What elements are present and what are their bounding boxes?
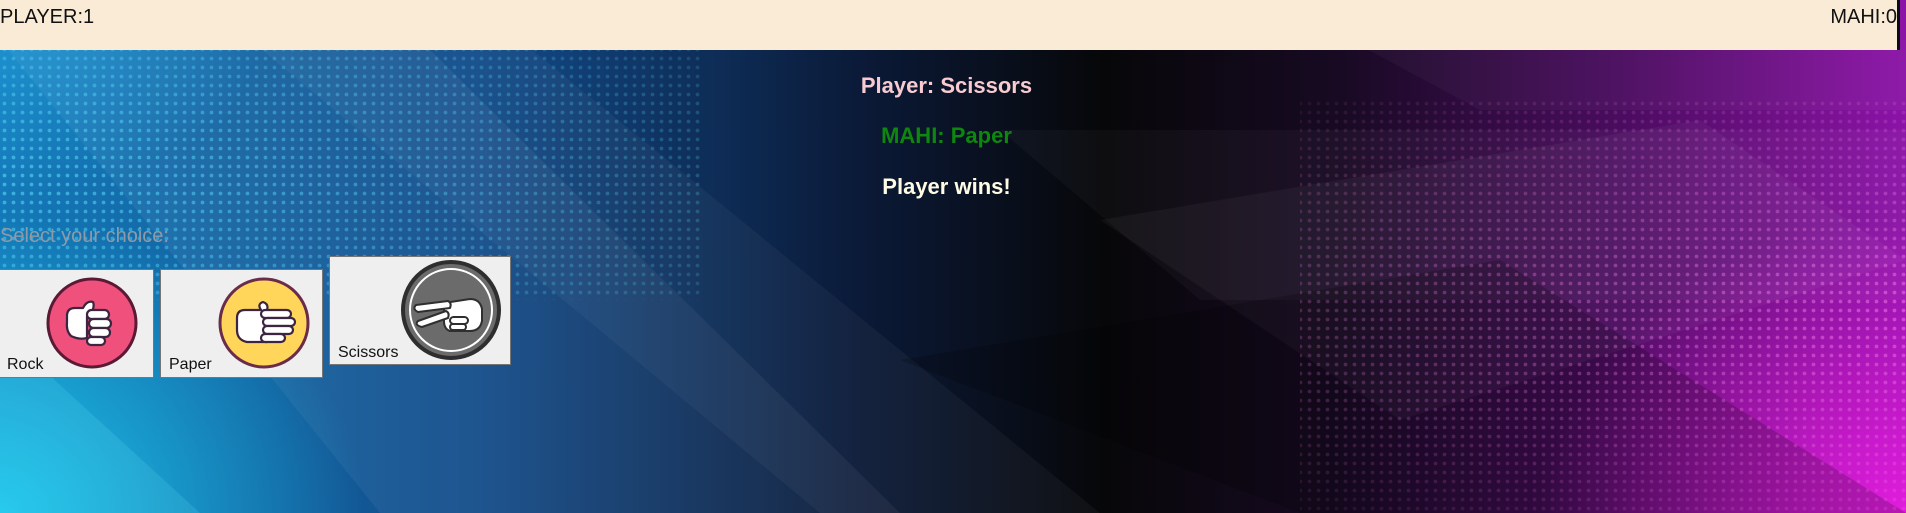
outcome-text: Player wins! <box>882 174 1011 199</box>
ai-choice-text: MAHI: Paper <box>881 123 1012 148</box>
player-choice-text: Player: Scissors <box>860 73 1033 98</box>
peace-sign-icon <box>401 260 501 360</box>
open-hand-icon <box>218 277 310 369</box>
scissors-button[interactable]: Scissors <box>329 256 511 365</box>
score-bar: PLAYER:1 MAHI:0 <box>0 0 1900 50</box>
scissors-label: Scissors <box>338 344 399 361</box>
rock-label: Rock <box>7 356 44 373</box>
paper-button[interactable]: Paper <box>160 269 323 378</box>
paper-label: Paper <box>169 356 212 373</box>
player-score: PLAYER:1 <box>0 6 95 28</box>
ai-score: MAHI:0 <box>1830 6 1897 28</box>
fist-icon <box>46 277 138 369</box>
select-choice-label: Select your choice: <box>0 225 169 247</box>
rock-button[interactable]: Rock <box>0 269 154 378</box>
